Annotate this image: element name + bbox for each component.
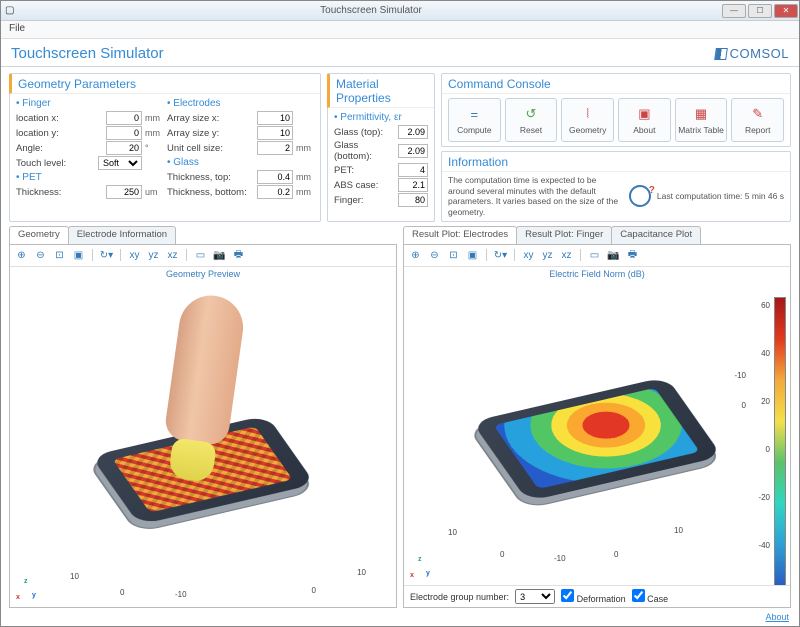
touch-level-select[interactable]: Soft	[98, 156, 142, 170]
zoom-extents-icon[interactable]: ▣	[465, 248, 480, 263]
axis-indicator: zxy	[410, 553, 436, 579]
subhead-pet: PET	[16, 172, 163, 183]
geometry-preview-canvas[interactable]: 10 0 -10 0 10 zxy	[10, 281, 396, 608]
rotate-icon[interactable]: ↻▾	[99, 248, 114, 263]
brand-logo: COMSOL	[715, 46, 789, 61]
geometry-button[interactable]: ⦚Geometry	[561, 98, 614, 142]
zoom-in-icon[interactable]: ⊕	[408, 248, 423, 263]
panel-title-material: Material Properties	[327, 74, 434, 108]
perm-finger-input[interactable]	[398, 193, 428, 207]
print-icon[interactable]: 🖶	[625, 248, 640, 263]
maximize-button[interactable]: ☐	[748, 4, 772, 18]
compute-icon: =	[465, 105, 483, 123]
subhead-permittivity: Permittivity, εr	[334, 112, 428, 123]
view-yz-icon[interactable]: yz	[146, 248, 161, 263]
left-plot-title: Geometry Preview	[10, 267, 396, 281]
view-xz-icon[interactable]: xz	[559, 248, 574, 263]
view-xz-icon[interactable]: xz	[165, 248, 180, 263]
zoom-extents-icon[interactable]: ▣	[71, 248, 86, 263]
axis-indicator: zxy	[16, 575, 42, 601]
rotate-icon[interactable]: ↻▾	[493, 248, 508, 263]
tab-geometry[interactable]: Geometry	[9, 226, 69, 244]
matrix-table-button[interactable]: ▦Matrix Table	[675, 98, 728, 142]
perm-abs-input[interactable]	[398, 178, 428, 192]
left-plot-pane: Geometry Electrode Information ⊕ ⊖ ⊡ ▣ ↻…	[9, 226, 397, 609]
info-text: The computation time is expected to be a…	[448, 175, 623, 218]
view-xy-icon[interactable]: xy	[127, 248, 142, 263]
snapshot-icon[interactable]: 📷	[212, 248, 227, 263]
footer-about-link[interactable]: About	[765, 612, 789, 622]
panel-title-info: Information	[442, 152, 790, 172]
panel-title-geometry: Geometry Parameters	[9, 74, 320, 94]
reset-button[interactable]: ↺Reset	[505, 98, 558, 142]
report-button[interactable]: ✎Report	[731, 98, 784, 142]
left-plot-toolbar: ⊕ ⊖ ⊡ ▣ ↻▾ xy yz xz ▭ 📷 🖶	[10, 245, 396, 267]
angle-input[interactable]	[106, 141, 142, 155]
select-icon[interactable]: ▭	[193, 248, 208, 263]
zoom-box-icon[interactable]: ⊡	[52, 248, 67, 263]
right-plot-pane: Result Plot: Electrodes Result Plot: Fin…	[403, 226, 791, 609]
zoom-out-icon[interactable]: ⊖	[427, 248, 442, 263]
material-properties-panel: Material Properties Permittivity, εr Gla…	[327, 73, 435, 222]
zoom-box-icon[interactable]: ⊡	[446, 248, 461, 263]
tab-capacitance[interactable]: Capacitance Plot	[611, 226, 701, 244]
right-plot-title: Electric Field Norm (dB)	[404, 267, 790, 281]
colorbar	[774, 297, 786, 586]
menu-file[interactable]: File	[9, 23, 25, 34]
location-x-input[interactable]	[106, 111, 142, 125]
menu-bar: File	[1, 21, 799, 39]
app-window: ▢ Touchscreen Simulator — ☐ ✕ File Touch…	[0, 0, 800, 627]
zoom-in-icon[interactable]: ⊕	[14, 248, 29, 263]
table-icon: ▦	[692, 105, 710, 123]
case-checkbox[interactable]: Case	[632, 589, 669, 604]
electrode-group-select[interactable]: 3	[515, 589, 555, 604]
pet-thickness-input[interactable]	[106, 185, 142, 199]
result-plot-controls: Electrode group number: 3 Deformation Ca…	[404, 585, 790, 607]
geometry-parameters-panel: Geometry Parameters Finger location x:mm…	[9, 73, 321, 222]
reset-icon: ↺	[522, 105, 540, 123]
command-console-panel: Command Console =Compute ↺Reset ⦚Geometr…	[441, 73, 791, 147]
view-xy-icon[interactable]: xy	[521, 248, 536, 263]
tab-result-electrodes[interactable]: Result Plot: Electrodes	[403, 226, 517, 244]
electrode-group-label: Electrode group number:	[410, 592, 509, 602]
array-y-input[interactable]	[257, 126, 293, 140]
about-icon: ▣	[635, 105, 653, 123]
window-title: Touchscreen Simulator	[21, 5, 721, 16]
minimize-button[interactable]: —	[722, 4, 746, 18]
subhead-finger: Finger	[16, 98, 163, 109]
information-panel: Information The computation time is expe…	[441, 151, 791, 222]
app-title: Touchscreen Simulator	[11, 45, 164, 62]
tab-electrode-info[interactable]: Electrode Information	[68, 226, 176, 244]
panel-title-command: Command Console	[442, 74, 790, 94]
view-yz-icon[interactable]: yz	[540, 248, 555, 263]
window-titlebar: ▢ Touchscreen Simulator — ☐ ✕	[1, 1, 799, 21]
perm-pet-input[interactable]	[398, 163, 428, 177]
compute-button[interactable]: =Compute	[448, 98, 501, 142]
perm-glass-bottom-input[interactable]	[398, 144, 428, 158]
report-icon: ✎	[749, 105, 767, 123]
deformation-checkbox[interactable]: Deformation	[561, 589, 626, 604]
array-x-input[interactable]	[257, 111, 293, 125]
result-plot-canvas[interactable]: 60 40 20 0 -20 -40 10 0 -10 0 10 0 -10 z…	[404, 281, 790, 586]
snapshot-icon[interactable]: 📷	[606, 248, 621, 263]
location-y-input[interactable]	[106, 126, 142, 140]
print-icon[interactable]: 🖶	[231, 248, 246, 263]
select-icon[interactable]: ▭	[587, 248, 602, 263]
about-button[interactable]: ▣About	[618, 98, 671, 142]
right-plot-toolbar: ⊕ ⊖ ⊡ ▣ ↻▾ xy yz xz ▭ 📷 🖶	[404, 245, 790, 267]
subhead-electrodes: Electrodes	[167, 98, 314, 109]
cell-size-input[interactable]	[257, 141, 293, 155]
close-button[interactable]: ✕	[774, 4, 798, 18]
zoom-out-icon[interactable]: ⊖	[33, 248, 48, 263]
subhead-glass: Glass	[167, 157, 314, 168]
tab-result-finger[interactable]: Result Plot: Finger	[516, 226, 612, 244]
perm-glass-top-input[interactable]	[398, 125, 428, 139]
clock-icon	[629, 185, 651, 207]
glass-bottom-input[interactable]	[257, 185, 293, 199]
geometry-icon: ⦚	[579, 105, 597, 123]
last-computation-time: Last computation time: 5 min 46 s	[657, 191, 784, 201]
glass-top-input[interactable]	[257, 170, 293, 184]
